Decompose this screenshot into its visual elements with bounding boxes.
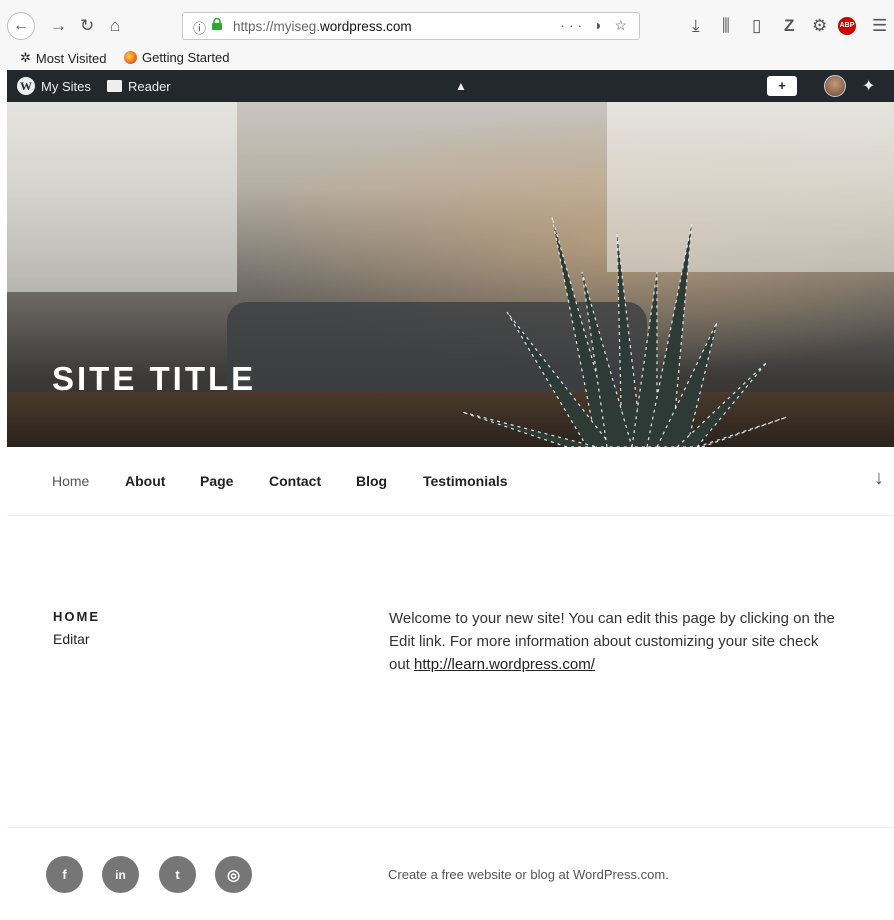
bookmark-getting-started[interactable]: Getting Started [124, 50, 229, 65]
url-bar[interactable]: ⓘ https://myiseg.wordpress.com ··· ◗ ☆ [182, 12, 640, 40]
new-post-icon: + [767, 76, 797, 96]
lock-icon [212, 18, 222, 30]
reader-label: Reader [128, 78, 171, 94]
page-content: Welcome to your new site! You can edit t… [389, 607, 839, 676]
gear-icon: ✲ [20, 50, 31, 65]
url-text[interactable]: https://myiseg.wordpress.com [233, 19, 412, 34]
firefox-icon [124, 51, 137, 64]
window-light [7, 102, 237, 292]
site-title[interactable]: SITE TITLE [52, 360, 256, 398]
page-actions-icon[interactable]: ··· [560, 17, 586, 33]
footer-credit[interactable]: Create a free website or blog at WordPre… [388, 867, 669, 882]
library-icon[interactable]: ⫼ [722, 12, 730, 40]
learn-link[interactable]: http://learn.wordpress.com/ [414, 656, 595, 673]
browser-toolbar: ← → ↻ ⌂ ⓘ https://myiseg.wordpress.com ·… [0, 0, 894, 46]
adblock-icon[interactable]: ABP [838, 17, 856, 35]
nav-item-home[interactable]: Home [52, 473, 89, 489]
succulent-plant [461, 216, 788, 447]
nav-item-contact[interactable]: Contact [269, 473, 321, 489]
scroll-down-arrow-icon[interactable]: ↓ [874, 467, 884, 490]
bookmark-label: Most Visited [35, 50, 107, 66]
toggle-admin-bar-icon[interactable]: ▲ [455, 70, 467, 102]
downloads-icon[interactable]: ⤓ [692, 12, 700, 40]
home-button[interactable]: ⌂ [110, 12, 120, 40]
site-footer: f in t ◎ Create a free website or blog a… [7, 827, 894, 920]
avatar[interactable] [824, 70, 846, 102]
nav-item-blog[interactable]: Blog [356, 473, 387, 489]
reload-button[interactable]: ↻ [80, 12, 94, 40]
bookmark-star-icon[interactable]: ☆ [614, 17, 631, 33]
linkedin-icon[interactable]: in [102, 856, 139, 893]
bookmark-most-visited[interactable]: ✲ Most Visited [20, 50, 106, 66]
edit-link[interactable]: Editar [53, 631, 90, 647]
info-icon[interactable]: ⓘ [193, 18, 206, 37]
navigation-row: ← → ↻ ⌂ ⓘ https://myiseg.wordpress.com ·… [0, 0, 894, 46]
bookmark-label: Getting Started [142, 50, 230, 65]
my-sites-menu[interactable]: W My Sites [17, 70, 91, 102]
wp-admin-bar: W My Sites Reader ▲ + ✦ [7, 70, 894, 102]
back-button[interactable]: ← [7, 12, 35, 40]
twitter-icon[interactable]: t [159, 856, 196, 893]
translate-icon[interactable]: ⚙ [812, 12, 827, 40]
avatar-image [824, 75, 846, 97]
nav-item-testimonials[interactable]: Testimonials [423, 473, 508, 489]
nav-item-page[interactable]: Page [200, 473, 233, 489]
sidebar-icon[interactable]: ▯ [752, 12, 761, 40]
header-image: SITE TITLE [7, 102, 894, 447]
facebook-icon[interactable]: f [46, 856, 83, 893]
zotero-icon[interactable]: Z [784, 12, 794, 40]
my-sites-label: My Sites [41, 78, 91, 94]
instagram-icon[interactable]: ◎ [215, 856, 252, 893]
pocket-icon[interactable]: ◗ [594, 17, 606, 33]
forward-button[interactable]: → [50, 12, 67, 40]
main-navigation: Home About Page Contact Blog Testimonial… [7, 447, 894, 516]
bookmarks-bar: ✲ Most Visited Getting Started [0, 46, 894, 70]
url-domain: wordpress.com [320, 19, 412, 34]
url-prefix: https://myiseg. [233, 19, 321, 34]
nav-item-about[interactable]: About [125, 473, 165, 489]
notifications-icon[interactable]: ✦ [862, 70, 875, 102]
reader-icon [107, 80, 122, 92]
wordpress-logo-icon: W [17, 77, 35, 95]
menu-icon[interactable]: ☰ [872, 12, 887, 40]
reader-menu[interactable]: Reader [107, 70, 171, 102]
new-post-button[interactable]: + [767, 70, 797, 102]
page-title: HOME [53, 609, 100, 624]
